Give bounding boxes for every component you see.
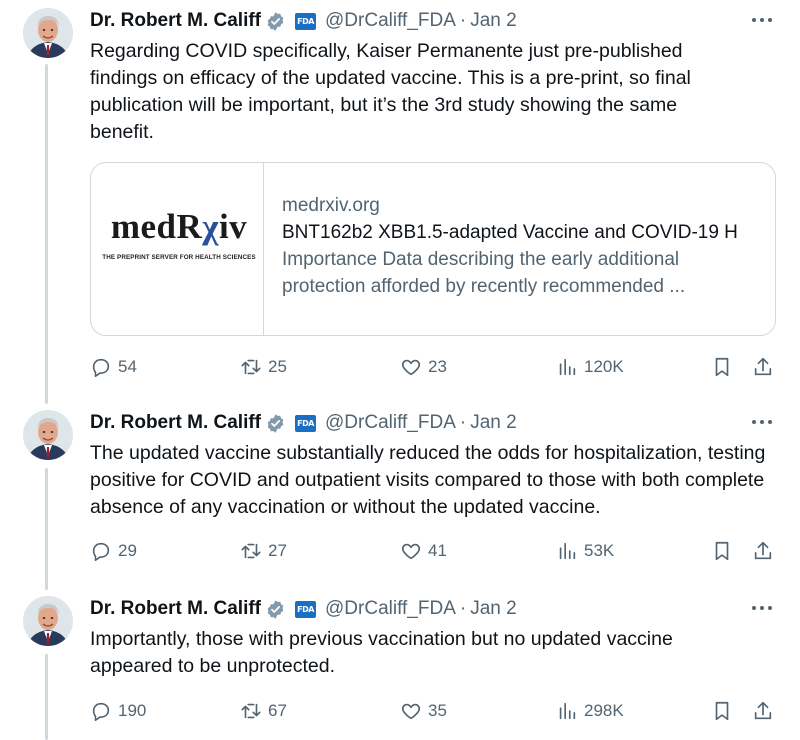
author-handle[interactable]: @DrCaliff_FDA [325, 10, 456, 32]
tweet-actions: 54 25 23 120K [90, 354, 780, 380]
medrxiv-logo-subtitle: THE PREPRINT SERVER FOR HEALTH SCIENCES [102, 254, 256, 261]
bookmark-icon [715, 357, 729, 377]
fda-affiliation-badge[interactable]: FDA [295, 414, 317, 432]
reply-count: 29 [118, 541, 137, 560]
reply-icon [92, 542, 110, 561]
reply-button[interactable]: 190 [90, 698, 146, 724]
tweet[interactable]: Dr. Robert M. Califf FDA @DrCaliff_FDA ·… [0, 410, 800, 580]
like-button[interactable]: 35 [400, 698, 447, 724]
share-icon [754, 701, 772, 720]
bookmark-button[interactable] [711, 538, 733, 564]
repost-button[interactable]: 27 [240, 538, 287, 564]
share-button[interactable] [752, 698, 774, 724]
views-icon [559, 358, 576, 376]
tweet-date[interactable]: Jan 2 [470, 598, 516, 620]
more-icon[interactable] [750, 412, 774, 432]
reply-icon [92, 702, 110, 721]
author-name[interactable]: Dr. Robert M. Califf [90, 10, 261, 32]
tweet[interactable]: Dr. Robert M. Califf FDA @DrCaliff_FDA ·… [0, 596, 800, 736]
repost-icon [241, 359, 261, 375]
like-button[interactable]: 41 [400, 538, 447, 564]
views-button[interactable]: 298K [556, 698, 624, 724]
bookmark-button[interactable] [711, 354, 733, 380]
like-icon [401, 703, 421, 720]
reply-count: 190 [118, 701, 147, 720]
repost-count: 67 [268, 701, 287, 720]
share-button[interactable] [752, 354, 774, 380]
like-count: 41 [428, 541, 447, 560]
share-icon [754, 357, 772, 376]
repost-count: 25 [268, 357, 287, 376]
repost-button[interactable]: 67 [240, 698, 287, 724]
views-count: 298K [584, 701, 624, 720]
views-icon [559, 542, 576, 560]
repost-count: 27 [268, 541, 287, 560]
card-domain: medrxiv.org [282, 195, 380, 216]
card-description: Importance Data describing the early add… [282, 249, 686, 297]
views-count: 120K [584, 357, 624, 376]
author-handle[interactable]: @DrCaliff_FDA [325, 598, 456, 620]
separator-dot: · [459, 598, 467, 619]
tweet-date[interactable]: Jan 2 [470, 412, 516, 434]
reply-button[interactable]: 54 [90, 354, 137, 380]
avatar[interactable] [23, 8, 73, 58]
views-button[interactable]: 120K [556, 354, 624, 380]
avatar[interactable] [23, 596, 73, 646]
author-name[interactable]: Dr. Robert M. Califf [90, 412, 261, 434]
reply-button[interactable]: 29 [90, 538, 137, 564]
share-button[interactable] [752, 538, 774, 564]
link-card[interactable]: medRχiv THE PREPRINT SERVER FOR HEALTH S… [90, 162, 776, 336]
tweet-text: Regarding COVID specifically, Kaiser Per… [90, 40, 691, 143]
tweet-date[interactable]: Jan 2 [470, 10, 516, 32]
views-icon [559, 702, 576, 720]
separator-dot: · [459, 10, 467, 31]
like-icon [401, 359, 421, 376]
verified-icon [267, 413, 284, 433]
like-count: 23 [428, 357, 447, 376]
like-button[interactable]: 23 [400, 354, 447, 380]
tweet[interactable]: Dr. Robert M. Califf FDA @DrCaliff_FDA ·… [0, 8, 800, 392]
fda-affiliation-badge[interactable]: FDA [295, 600, 317, 618]
like-count: 35 [428, 701, 447, 720]
verified-icon [267, 11, 284, 31]
bookmark-icon [715, 701, 729, 721]
tweet-header: Dr. Robert M. Califf FDA @DrCaliff_FDA ·… [90, 410, 780, 436]
repost-icon [241, 543, 261, 559]
views-button[interactable]: 53K [556, 538, 614, 564]
tweet-actions: 29 27 41 53K [90, 538, 780, 564]
fda-affiliation-badge[interactable]: FDA [295, 12, 317, 30]
tweet-text: Importantly, those with previous vaccina… [90, 628, 673, 677]
share-icon [754, 541, 772, 560]
author-name[interactable]: Dr. Robert M. Califf [90, 598, 261, 620]
tweet-text: The updated vaccine substantially reduce… [90, 442, 766, 518]
repost-button[interactable]: 25 [240, 354, 287, 380]
reply-icon [92, 358, 110, 377]
medrxiv-logo-text: medRχiv [110, 207, 248, 246]
bookmark-button[interactable] [711, 698, 733, 724]
more-icon[interactable] [750, 598, 774, 618]
avatar[interactable] [23, 410, 73, 460]
card-info: medrxiv.org BNT162b2 XBB1.5-adapted Vacc… [282, 192, 762, 300]
tweet-header: Dr. Robert M. Califf FDA @DrCaliff_FDA ·… [90, 8, 780, 34]
card-title: BNT162b2 XBB1.5-adapted Vaccine and COVI… [282, 222, 738, 243]
medrxiv-logo: medRχiv THE PREPRINT SERVER FOR HEALTH S… [91, 163, 264, 335]
verified-icon [267, 599, 284, 619]
tweet-actions: 190 67 35 298K [90, 698, 780, 724]
author-handle[interactable]: @DrCaliff_FDA [325, 412, 456, 434]
separator-dot: · [459, 412, 467, 433]
bookmark-icon [715, 541, 729, 561]
reply-count: 54 [118, 357, 137, 376]
repost-icon [241, 703, 261, 719]
views-count: 53K [584, 541, 615, 560]
tweet-header: Dr. Robert M. Califf FDA @DrCaliff_FDA ·… [90, 596, 780, 622]
more-icon[interactable] [750, 10, 774, 30]
like-icon [401, 543, 421, 560]
